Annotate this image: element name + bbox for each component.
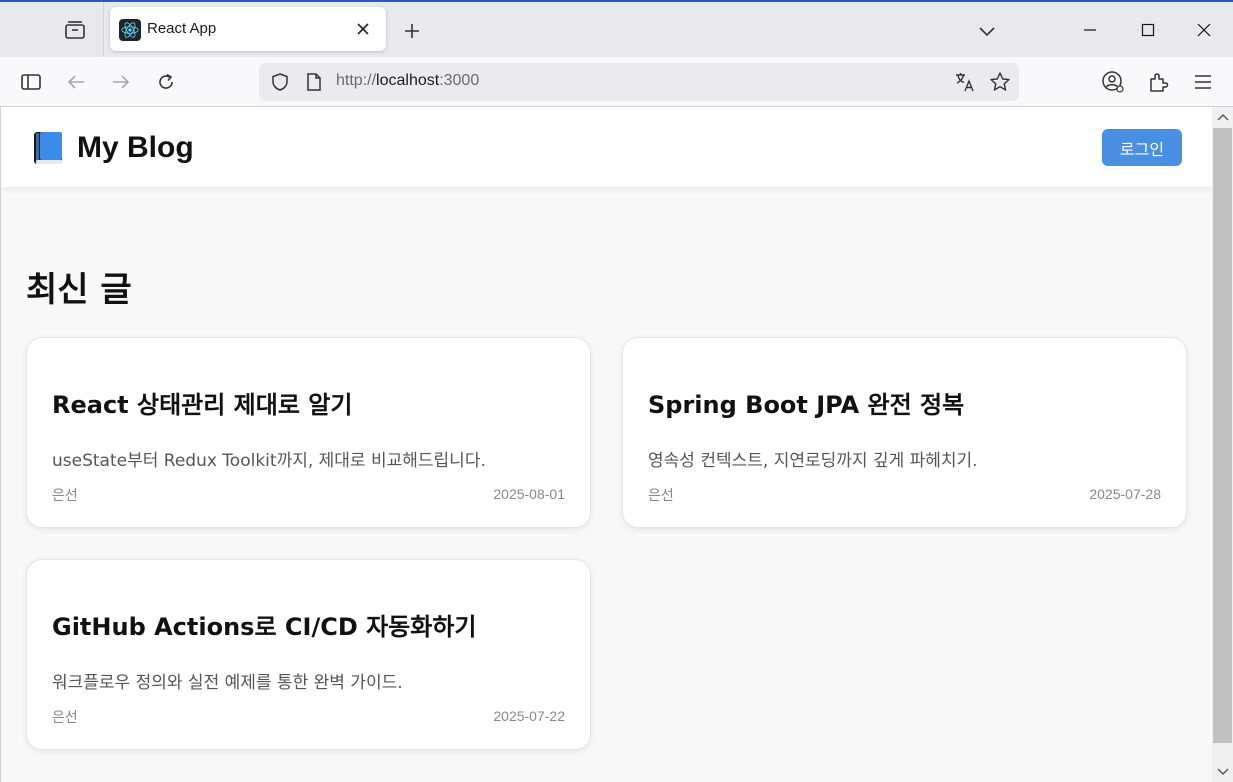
url-text[interactable]: http://localhost:3000 (336, 72, 479, 90)
close-window-icon[interactable] (1189, 16, 1219, 44)
post-title[interactable]: React 상태관리 제대로 알기 (52, 385, 352, 420)
back-arrow-icon[interactable] (63, 69, 89, 95)
reload-icon[interactable] (153, 69, 179, 95)
browser-navbar: http://localhost:3000 (0, 57, 1233, 107)
post-title[interactable]: GitHub Actions로 CI/CD 자동화하기 (52, 607, 477, 642)
address-bar[interactable]: http://localhost:3000 (259, 63, 1019, 101)
page-scrollbar[interactable] (1212, 107, 1233, 782)
blue-book-icon (34, 132, 62, 164)
minimize-icon[interactable] (1075, 16, 1105, 44)
account-icon[interactable] (1100, 69, 1126, 95)
tab-react-app[interactable]: React App (110, 7, 386, 51)
post-summary: 워크플로우 정의와 실전 예제를 통한 완벽 가이드. (52, 673, 403, 693)
new-tab-icon[interactable] (400, 19, 424, 43)
section-title: 최신 글 (26, 270, 132, 310)
shield-icon[interactable] (268, 69, 292, 95)
post-date: 2025-08-01 (493, 486, 565, 502)
post-card[interactable]: GitHub Actions로 CI/CD 자동화하기 워크플로우 정의와 실전… (26, 559, 591, 750)
scrollbar-thumb[interactable] (1213, 128, 1232, 743)
site-header: My Blog 로그인 (1, 107, 1212, 187)
scroll-up-arrow-icon[interactable] (1212, 107, 1233, 127)
scroll-down-arrow-icon[interactable] (1212, 762, 1233, 782)
url-host: localhost (376, 72, 440, 89)
browser-titlebar: React App (0, 0, 1233, 57)
bookmark-star-icon[interactable] (987, 69, 1013, 95)
tab-title: React App (147, 20, 217, 37)
react-logo-icon (119, 19, 141, 41)
post-summary: 영속성 컨텍스트, 지연로딩까지 깊게 파헤치기. (648, 451, 978, 471)
url-scheme: http:// (336, 72, 377, 89)
translate-icon[interactable] (952, 69, 978, 95)
post-summary: useState부터 Redux Toolkit까지, 제대로 비교해드립니다. (52, 451, 486, 471)
login-button[interactable]: 로그인 (1102, 129, 1182, 166)
chevron-down-icon[interactable] (975, 19, 999, 43)
maximize-icon[interactable] (1133, 16, 1163, 44)
page-icon[interactable] (302, 69, 326, 95)
post-author: 은선 (52, 488, 78, 504)
extensions-icon[interactable] (1145, 69, 1171, 95)
post-date: 2025-07-22 (493, 708, 565, 724)
post-card[interactable]: Spring Boot JPA 완전 정복 영속성 컨텍스트, 지연로딩까지 깊… (622, 337, 1187, 528)
post-author: 은선 (52, 710, 78, 726)
site-title: My Blog (77, 131, 194, 164)
post-title[interactable]: Spring Boot JPA 완전 정복 (648, 385, 964, 420)
forward-arrow-icon[interactable] (108, 69, 134, 95)
tab-groups-icon[interactable] (62, 17, 88, 43)
close-tab-icon[interactable] (352, 18, 374, 40)
tabs-left-area (0, 2, 104, 57)
post-date: 2025-07-28 (1089, 486, 1161, 502)
url-port: :3000 (439, 72, 480, 89)
page-viewport: My Blog 로그인 최신 글 React 상태관리 제대로 알기 useSt… (0, 107, 1212, 782)
site-logo[interactable]: My Blog (31, 130, 194, 166)
post-card[interactable]: React 상태관리 제대로 알기 useState부터 Redux Toolk… (26, 337, 591, 528)
sidebar-icon[interactable] (18, 69, 44, 95)
menu-hamburger-icon[interactable] (1190, 69, 1216, 95)
post-author: 은선 (648, 488, 674, 504)
